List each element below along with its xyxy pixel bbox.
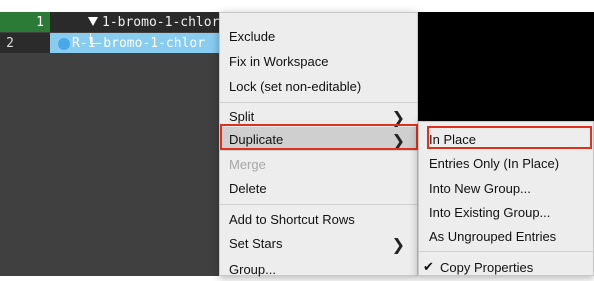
submenu-item-copy-properties[interactable]: ✔ Copy Properties <box>419 255 593 279</box>
menu-item-label: Split <box>229 108 255 124</box>
menu-item-label: Fix in Workspace <box>229 53 329 69</box>
menu-item-label: Lock (set non-editable) <box>229 78 362 94</box>
menu-item-label: Merge <box>229 156 266 172</box>
menu-separator <box>220 204 417 205</box>
menu-item-label: Delete <box>229 180 267 196</box>
submenu-item-entries-only[interactable]: Entries Only (In Place) <box>419 151 593 175</box>
tree-connector <box>90 33 99 44</box>
menu-item-label: Into Existing Group... <box>429 204 551 220</box>
duplicate-highlight-box <box>220 124 418 150</box>
triangle-down-icon[interactable] <box>88 17 98 26</box>
in-place-highlight-box <box>427 126 592 149</box>
menu-item-add-to-shortcut-rows[interactable]: Add to Shortcut Rows <box>220 207 417 231</box>
menu-separator <box>220 102 417 103</box>
menu-separator <box>419 251 593 252</box>
row-number: 2 <box>0 33 50 53</box>
submenu-item-into-existing-group[interactable]: Into Existing Group... <box>419 200 593 224</box>
menu-item-label: Add to Shortcut Rows <box>229 211 355 227</box>
submenu-item-ungrouped-entries[interactable]: As Ungrouped Entries <box>419 224 593 248</box>
chevron-right-icon: ❯ <box>391 235 405 254</box>
row-title: 1-bromo-1-chloroe <box>102 14 236 30</box>
menu-item-label: Set Stars <box>229 235 283 251</box>
menu-item-fix-in-workspace[interactable]: Fix in Workspace <box>220 49 417 73</box>
checkmark-icon: ✔ <box>423 259 434 274</box>
menu-item-label: Into New Group... <box>429 180 531 196</box>
circle-dot-icon[interactable] <box>58 38 70 50</box>
menu-item-exclude[interactable]: Exclude <box>220 24 417 48</box>
menu-item-group[interactable]: Group... <box>220 257 417 281</box>
menu-item-label: Group... <box>229 261 276 277</box>
menu-item-label: Copy Properties <box>440 259 534 275</box>
row-title: R-1-bromo-1-chlor <box>72 35 206 51</box>
menu-item-delete[interactable]: Delete <box>220 176 417 200</box>
menu-item-lock[interactable]: Lock (set non-editable) <box>220 74 417 98</box>
menu-item-label: Entries Only (In Place) <box>429 155 560 171</box>
menu-item-set-stars[interactable]: Set Stars ❯ <box>220 231 417 255</box>
submenu-item-into-new-group[interactable]: Into New Group... <box>419 176 593 200</box>
menu-item-label: As Ungrouped Entries <box>429 228 557 244</box>
row-number: 1 <box>0 12 50 32</box>
menu-item-merge: Merge <box>220 152 417 176</box>
menu-item-label: Exclude <box>229 28 276 44</box>
